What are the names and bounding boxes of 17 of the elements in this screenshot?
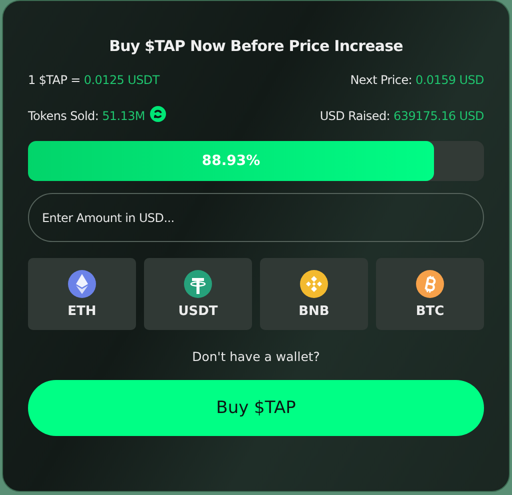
stat-text: USD Raised: 639175.16 USD xyxy=(320,109,484,123)
title: Buy $TAP Now Before Price Increase xyxy=(108,37,404,55)
stat-text: Next Price: 0.0159 USD xyxy=(350,73,484,87)
currency-button[interactable]: BTC xyxy=(376,258,484,330)
buy-button[interactable]: Buy $TAP xyxy=(28,380,484,436)
tether-coin-icon xyxy=(184,270,212,298)
stat-text: Tokens Sold: 51.13M xyxy=(28,109,145,123)
currency-button[interactable]: BNB xyxy=(260,258,368,330)
currency-button[interactable]: USDT xyxy=(144,258,252,330)
bitcoin-coin-icon xyxy=(416,270,444,298)
diamond-pattern-coin-icon xyxy=(300,270,328,298)
currency-button[interactable]: ETH xyxy=(28,258,136,330)
progress-label: 88.93% xyxy=(202,153,260,169)
diamond-coin-icon xyxy=(68,270,96,298)
wallet-link[interactable]: Don't have a wallet? xyxy=(192,349,320,364)
stat-text: 1 $TAP = 0.0125 USDT xyxy=(28,73,160,87)
amount-field[interactable]: Enter Amount in USD... xyxy=(28,193,484,242)
